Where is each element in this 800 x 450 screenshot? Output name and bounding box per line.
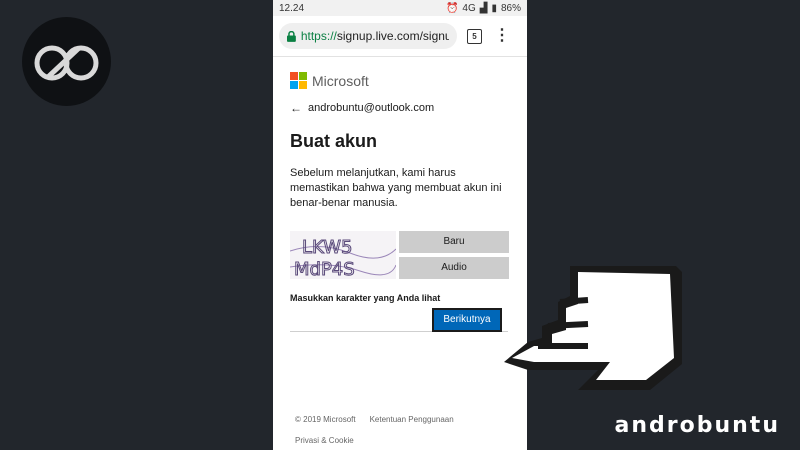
- status-icons: ⏰ 4G ▟ ▮ 86%: [446, 3, 521, 14]
- captcha-graphic: LKW5 MdP4S: [290, 237, 396, 279]
- microsoft-logo-icon: [290, 72, 307, 89]
- phone-screen: 12.24 ⏰ 4G ▟ ▮ 86% https://signup.live.c…: [273, 0, 527, 450]
- status-time: 12.24: [279, 2, 305, 14]
- alarm-icon: ⏰: [445, 2, 459, 14]
- captcha-area: LKW5 MdP4S Baru Audio: [290, 231, 510, 283]
- brand-name: Microsoft: [312, 72, 369, 89]
- account-email: androbuntu@outlook.com: [308, 102, 435, 114]
- next-button[interactable]: Berikutnya: [432, 308, 502, 332]
- new-captcha-button[interactable]: Baru: [399, 231, 509, 253]
- captcha-buttons: Baru Audio: [399, 231, 509, 283]
- browser-toolbar: https://signup.live.com/signu 5 ⋮: [273, 16, 527, 57]
- audio-captcha-button[interactable]: Audio: [399, 257, 509, 279]
- battery-icon: ▮: [491, 2, 497, 14]
- network-label: 4G: [462, 2, 476, 14]
- captcha-line-2: MdP4S: [294, 259, 355, 279]
- battery-level: 86%: [500, 2, 521, 14]
- menu-dots-icon[interactable]: ⋮: [494, 28, 510, 44]
- page-title: Buat akun: [290, 131, 378, 151]
- lock-icon: [287, 30, 296, 42]
- tab-switcher-button[interactable]: 5: [467, 28, 482, 44]
- url-scheme: https://: [300, 29, 337, 43]
- status-bar: 12.24 ⏰ 4G ▟ ▮ 86%: [273, 0, 527, 16]
- signup-form: Microsoft ← androbuntu@outlook.com Buat …: [273, 72, 527, 332]
- pointing-hand-icon: [504, 266, 682, 390]
- url-host: signup.live.com/signu: [336, 29, 449, 43]
- ms-header: Microsoft: [290, 72, 510, 89]
- watermark-text: androbuntu: [614, 413, 780, 438]
- url-text: https://signup.live.com/signu: [301, 29, 449, 43]
- captcha-line-1: LKW5: [302, 237, 352, 258]
- address-bar[interactable]: https://signup.live.com/signu: [279, 23, 457, 49]
- captcha-image: LKW5 MdP4S: [290, 231, 396, 279]
- privacy-link[interactable]: Privasi & Cookie: [295, 436, 354, 445]
- footer-links: © 2019 Microsoft Ketentuan Penggunaan: [295, 415, 454, 424]
- page-description: Sebelum melanjutkan, kami harus memastik…: [290, 167, 502, 209]
- back-arrow-icon[interactable]: ←: [290, 101, 302, 115]
- channel-logo: [22, 17, 111, 106]
- infinity-logo-icon: [34, 45, 99, 81]
- account-row[interactable]: ← androbuntu@outlook.com: [290, 101, 510, 115]
- terms-link[interactable]: Ketentuan Penggunaan: [370, 415, 454, 424]
- captcha-label: Masukkan karakter yang Anda lihat: [290, 293, 441, 303]
- copyright-text: © 2019 Microsoft: [295, 415, 356, 424]
- signal-icon: ▟: [479, 2, 488, 14]
